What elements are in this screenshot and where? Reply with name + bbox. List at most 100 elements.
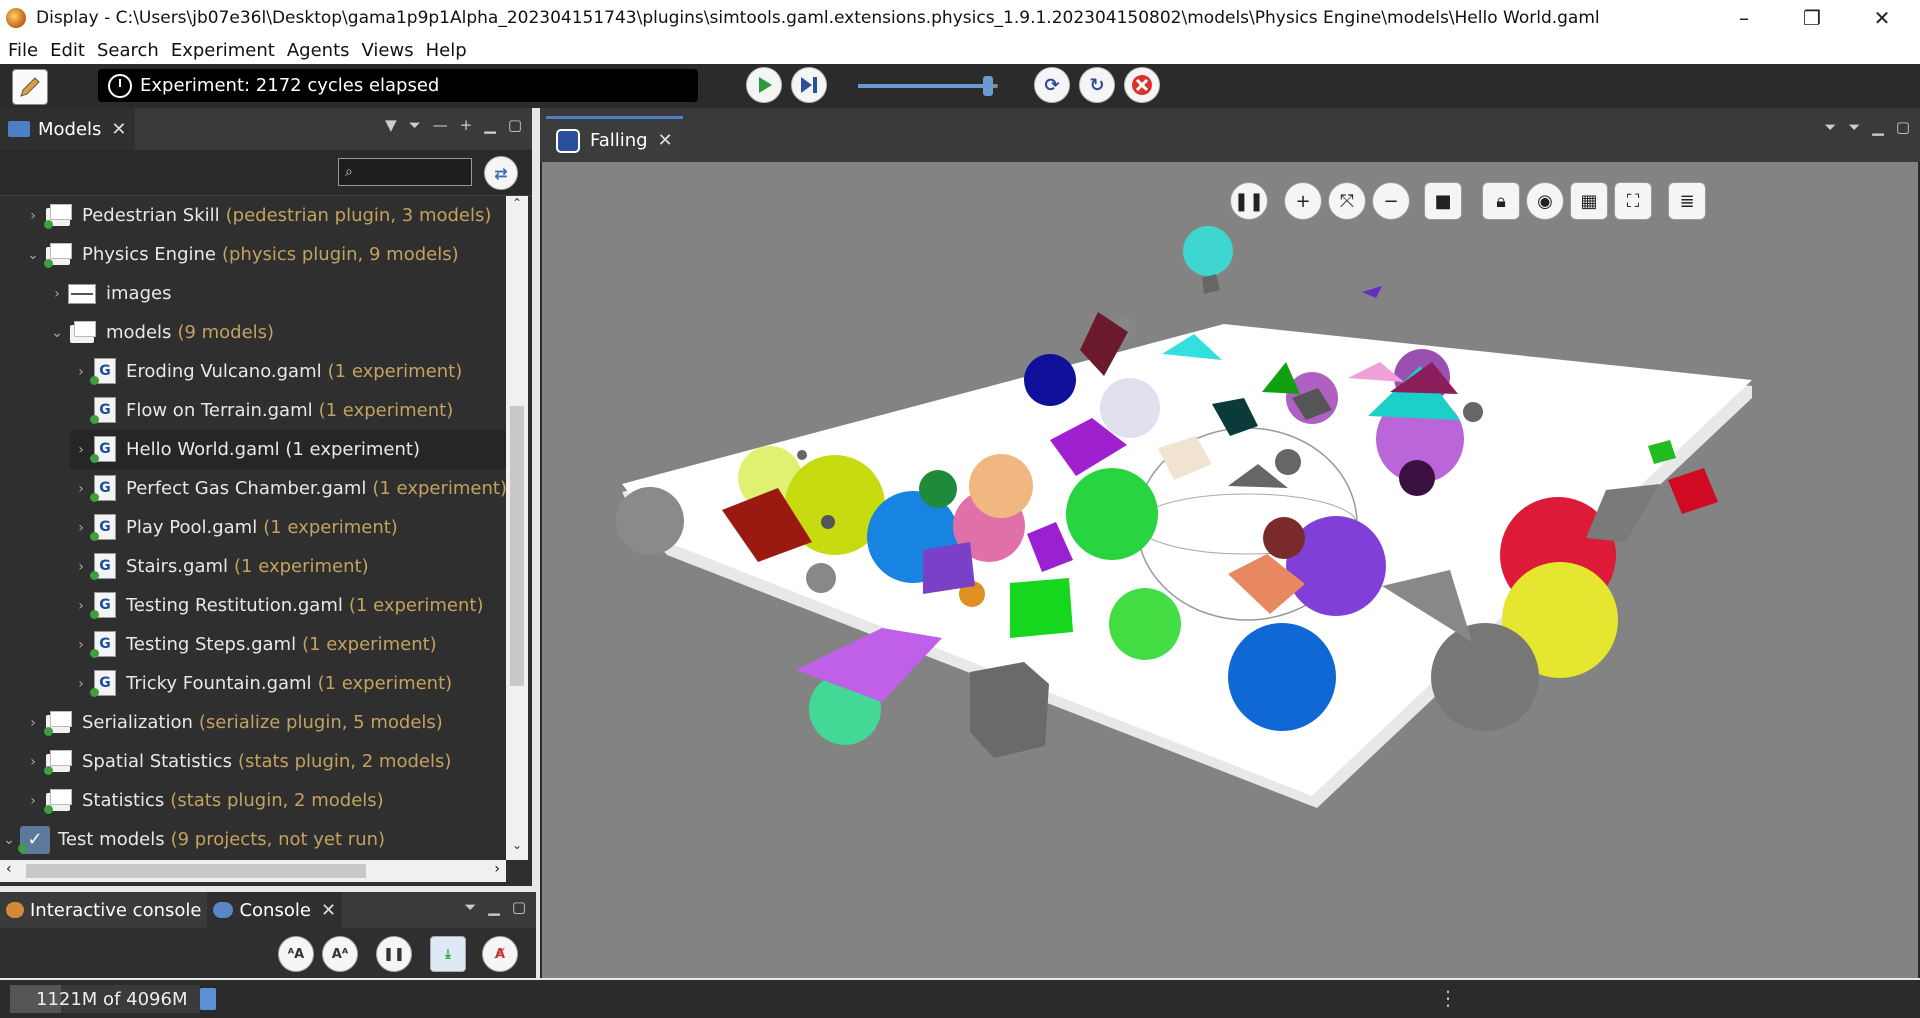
scroll-lock-button[interactable]: ⤓ xyxy=(430,936,466,972)
tree-item[interactable]: › G Play Pool.gaml (1 experiment) xyxy=(70,508,398,547)
minimize-view-icon[interactable]: ▁ xyxy=(1872,118,1884,136)
menu-experiment[interactable]: Experiment xyxy=(171,40,275,61)
minimize-view-icon[interactable]: ▁ xyxy=(484,116,496,134)
tree-item[interactable]: › Spatial Statistics (stats plugin, 2 mode… xyxy=(22,742,451,781)
scroll-left-icon[interactable]: ‹ xyxy=(6,861,12,877)
maximize-view-icon[interactable]: ▢ xyxy=(1896,118,1910,136)
tree-item[interactable]: › G Testing Steps.gaml (1 experiment) xyxy=(70,625,437,664)
expanded-arrow-icon[interactable]: ⌄ xyxy=(22,247,44,263)
zoom-fit-button[interactable]: ⤧ xyxy=(1328,182,1366,220)
tree-item[interactable]: › Serialization (serialize plugin, 5 model… xyxy=(22,703,443,742)
tree-item[interactable]: › Statistics (stats plugin, 2 models) xyxy=(22,781,384,820)
expand-all-icon[interactable]: + xyxy=(460,116,473,134)
pause-display-button[interactable]: ❚❚ xyxy=(1230,182,1268,220)
menu-search[interactable]: Search xyxy=(97,40,159,61)
tree-item[interactable]: › G Perfect Gas Chamber.gaml (1 experiment) xyxy=(70,469,506,508)
relaunch-experiment-button[interactable]: ↻ xyxy=(1079,67,1115,103)
collapsed-arrow-icon[interactable]: › xyxy=(70,598,92,614)
collapsed-arrow-icon[interactable]: › xyxy=(22,208,44,224)
speed-slider-thumb[interactable] xyxy=(983,76,994,96)
snapshot-button[interactable]: ◉ xyxy=(1526,182,1564,220)
close-icon[interactable]: ✕ xyxy=(658,130,673,151)
collapsed-arrow-icon[interactable]: › xyxy=(22,715,44,731)
close-icon[interactable]: ✕ xyxy=(111,119,126,140)
scroll-right-icon[interactable]: › xyxy=(494,861,500,877)
collapsed-arrow-icon[interactable]: › xyxy=(22,793,44,809)
link-with-editor-button[interactable]: ⇄ xyxy=(484,156,518,190)
toggle-background-button[interactable]: ▦ xyxy=(1570,182,1608,220)
collapsed-arrow-icon[interactable]: › xyxy=(70,676,92,692)
stop-experiment-button[interactable] xyxy=(1124,67,1160,103)
collapsed-arrow-icon[interactable]: › xyxy=(70,637,92,653)
layers-button[interactable]: ≣ xyxy=(1668,182,1706,220)
increase-font-button[interactable]: ᴬA xyxy=(278,936,314,972)
tab-falling[interactable]: Falling ✕ xyxy=(546,116,683,162)
status-drag-handle-icon[interactable]: ⋮ xyxy=(1438,986,1458,1010)
close-window-button[interactable]: ✕ xyxy=(1850,0,1914,36)
tab-console[interactable]: Console ✕ xyxy=(207,892,343,928)
menu-help[interactable]: Help xyxy=(426,40,467,61)
models-horizontal-scrollbar[interactable]: ‹ › xyxy=(0,860,506,882)
editor-perspective-button[interactable] xyxy=(12,69,48,105)
lock-camera-button[interactable]: 🔒︎ xyxy=(1482,182,1520,220)
layout-menu-icon[interactable]: ⏷ xyxy=(1848,118,1860,136)
3d-viewport[interactable]: ❚❚ + ⤧ − ■ 🔒︎ ◉ ▦ ⛶ ≣ xyxy=(542,162,1918,978)
tree-item[interactable]: ⌄ Physics Engine (physics plugin, 9 models… xyxy=(22,235,459,274)
maximize-view-icon[interactable]: ▢ xyxy=(508,116,522,134)
tab-interactive-console[interactable]: Interactive console xyxy=(0,892,207,928)
scroll-down-icon[interactable]: ⌄ xyxy=(506,838,528,860)
collapsed-arrow-icon[interactable]: › xyxy=(46,286,68,302)
tree-item[interactable]: › G Eroding Vulcano.gaml (1 experiment) xyxy=(70,352,462,391)
view-menu-icon[interactable]: ⏷ xyxy=(464,898,476,916)
scroll-up-icon[interactable]: ⌃ xyxy=(506,196,528,218)
fullscreen-button[interactable]: ⛶ xyxy=(1614,182,1652,220)
filter-icon[interactable]: ⏷ xyxy=(409,116,421,134)
minimize-view-icon[interactable]: ▁ xyxy=(488,898,500,916)
tree-item[interactable]: G Flow on Terrain.gaml (1 experiment) xyxy=(70,391,453,430)
maximize-view-icon[interactable]: ▢ xyxy=(512,898,526,916)
models-vertical-scrollbar[interactable]: ⌃ ⌄ xyxy=(506,196,528,860)
tree-item[interactable]: › G Hello World.gaml (1 experiment) xyxy=(70,430,506,469)
collapsed-arrow-icon[interactable]: › xyxy=(70,520,92,536)
collapsed-arrow-icon[interactable]: › xyxy=(70,442,92,458)
tree-item[interactable]: › Pedestrian Skill (pedestrian plugin, 3 m… xyxy=(22,196,491,235)
collapse-all-icon[interactable]: — xyxy=(433,116,448,134)
step-experiment-button[interactable] xyxy=(791,67,827,103)
simulation-scene[interactable] xyxy=(542,162,1918,978)
camera-button[interactable]: ■ xyxy=(1424,182,1462,220)
tree-item[interactable]: › images xyxy=(46,274,171,313)
reload-experiment-button[interactable]: ⟳ xyxy=(1034,67,1070,103)
expanded-arrow-icon[interactable]: ⌄ xyxy=(0,832,20,848)
tree-item[interactable]: › G Tricky Fountain.gaml (1 experiment) xyxy=(70,664,452,703)
menu-file[interactable]: File xyxy=(8,40,38,61)
collapsed-arrow-icon[interactable]: › xyxy=(22,754,44,770)
hscroll-thumb[interactable] xyxy=(26,864,366,878)
tree-item[interactable]: ⌄ models (9 models) xyxy=(46,313,274,352)
collapsed-arrow-icon[interactable]: › xyxy=(70,481,92,497)
minimize-button[interactable]: – xyxy=(1712,0,1776,36)
expanded-arrow-icon[interactable]: ⌄ xyxy=(46,325,68,341)
decrease-font-button[interactable]: Aᴬ xyxy=(322,936,358,972)
menu-edit[interactable]: Edit xyxy=(50,40,85,61)
close-icon[interactable]: ✕ xyxy=(321,900,336,921)
memory-indicator[interactable]: 1121M of 4096M xyxy=(10,985,200,1013)
tree-item[interactable]: ⌄ ✓ Test models (9 projects, not yet run) xyxy=(0,820,385,859)
menu-agents[interactable]: Agents xyxy=(287,40,350,61)
collapsed-arrow-icon[interactable]: › xyxy=(70,559,92,575)
scroll-thumb[interactable] xyxy=(510,406,524,686)
tab-models[interactable]: Models ✕ xyxy=(0,108,135,150)
tree-item[interactable]: › G Stairs.gaml (1 experiment) xyxy=(70,547,369,586)
run-experiment-button[interactable] xyxy=(746,67,782,103)
clear-console-button[interactable]: A̸ xyxy=(482,936,518,972)
view-menu-icon[interactable]: ▼ xyxy=(385,116,397,134)
collapsed-arrow-icon[interactable]: › xyxy=(70,364,92,380)
menu-views[interactable]: Views xyxy=(362,40,414,61)
models-search-input[interactable]: ⌕ xyxy=(338,158,472,186)
view-menu-icon[interactable]: ⏷ xyxy=(1824,118,1836,136)
zoom-out-button[interactable]: − xyxy=(1372,182,1410,220)
restore-button[interactable]: ❐ xyxy=(1780,0,1844,36)
zoom-in-button[interactable]: + xyxy=(1284,182,1322,220)
garbage-collect-icon[interactable] xyxy=(200,988,216,1010)
pause-console-button[interactable]: ❚❚ xyxy=(376,936,412,972)
tree-item[interactable]: › G Testing Restitution.gaml (1 experiment) xyxy=(70,586,483,625)
